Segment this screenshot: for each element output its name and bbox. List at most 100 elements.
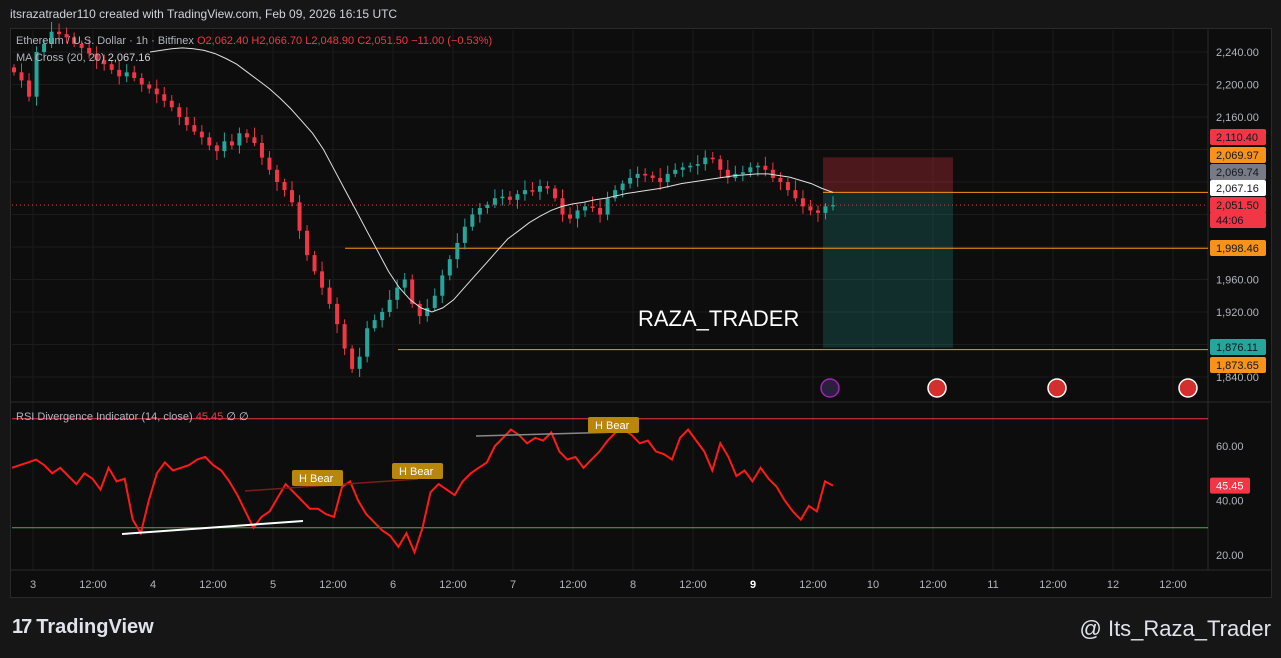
h-bear-label: H Bear [299, 473, 334, 485]
time-axis-tick: 10 [867, 579, 879, 591]
candle-body [109, 64, 114, 70]
candle-body [808, 206, 813, 211]
time-axis-tick: 12:00 [1159, 579, 1187, 591]
candle-body [748, 167, 753, 173]
time-axis-tick: 12 [1107, 579, 1119, 591]
candle-body [650, 175, 655, 178]
price-axis-label: 1,876.11 [1216, 342, 1258, 354]
price-axis-tick: 1,960.00 [1216, 275, 1259, 287]
candle-body [492, 198, 497, 205]
time-axis-tick: 12:00 [559, 579, 587, 591]
lightning-event-icon [820, 378, 840, 398]
candle-body [297, 202, 302, 231]
candle-body [763, 165, 768, 170]
candle-body [815, 210, 820, 213]
candle-body [440, 275, 445, 296]
candle-body [124, 72, 129, 77]
candle-body [192, 125, 197, 132]
price-axis-tick: 1,840.00 [1216, 372, 1259, 384]
candle-body [290, 190, 295, 203]
candle-body [673, 169, 678, 174]
candle-body [477, 208, 482, 215]
candle-body [320, 271, 325, 288]
candle-body [177, 107, 182, 117]
ohlc-high: H2,066.70 [251, 35, 303, 47]
candle-body [793, 190, 798, 199]
time-axis-tick: 5 [270, 579, 276, 591]
candle-body [244, 133, 249, 138]
candle-body [222, 141, 227, 152]
candle-body [402, 279, 407, 288]
price-axis-label: 2,067.16 [1216, 183, 1259, 195]
candle-body [335, 303, 340, 325]
time-axis-tick: 12:00 [79, 579, 107, 591]
candle-body [274, 169, 279, 182]
us-flag-event-icon [1047, 378, 1067, 398]
candle-body [658, 177, 663, 182]
candle-body [605, 198, 610, 215]
candle-body [785, 182, 790, 191]
candle-body [327, 287, 332, 304]
candle-body [613, 190, 618, 199]
candle-body [282, 182, 287, 191]
time-axis-tick: 12:00 [199, 579, 227, 591]
candle-body [695, 164, 700, 166]
candle-body [740, 172, 745, 174]
candle-body [154, 88, 159, 95]
ma-legend[interactable]: MA Cross (20, 20) 2,067.16 [16, 52, 151, 64]
candle-body [507, 196, 512, 200]
take-profit-zone [823, 192, 953, 348]
candle-body [447, 259, 452, 276]
candle-body [470, 214, 475, 227]
price-axis-label: 1,998.46 [1216, 243, 1259, 255]
tradingview-logo-text: TradingView [36, 616, 154, 638]
candle-body [680, 167, 685, 170]
time-axis-tick: 12:00 [439, 579, 467, 591]
time-axis-tick: 8 [630, 579, 636, 591]
candle-body [207, 137, 212, 146]
candle-body [387, 299, 392, 312]
candle-body [665, 173, 670, 182]
candle-body [831, 205, 835, 207]
rsi-current-label: 45.45 [1216, 481, 1244, 493]
price-axis-label: 2,051.50 [1216, 200, 1259, 212]
chart-canvas[interactable]: 2,240.00 2,200.00 2,160.00 1,960.00 1,920.00… [0, 0, 1281, 600]
candle-body [545, 186, 550, 189]
ohlc-close: C2,051.50 [357, 35, 408, 47]
price-axis-label: 1,873.65 [1216, 360, 1259, 372]
candle-body [139, 78, 144, 85]
time-axis-tick: 11 [987, 579, 998, 591]
rsi-axis-tick: 60.00 [1216, 441, 1244, 453]
candle-body [214, 145, 219, 152]
candle-body [643, 173, 648, 176]
candle-body [800, 198, 805, 207]
ohlc-low: L2,048.90 [305, 35, 355, 47]
candle-body [357, 356, 362, 369]
rsi-legend[interactable]: RSI Divergence Indicator (14, close) 45.… [16, 410, 249, 423]
tradingview-logo[interactable]: 17 TradingView [12, 616, 154, 639]
candle-body [598, 208, 603, 215]
price-axis-tick: 2,160.00 [1216, 112, 1259, 124]
footer: 17 TradingView @ Its_Raza_Trader [0, 600, 1281, 658]
candle-body [537, 186, 542, 192]
candle-body [530, 190, 535, 192]
candle-body [132, 72, 137, 78]
watermark-text: RAZA_TRADER [638, 306, 800, 331]
candle-body [583, 206, 588, 211]
price-axis-label: 44:06 [1216, 215, 1244, 227]
us-flag-event-icon [1178, 378, 1198, 398]
price-axis-label: 2,069.97 [1216, 150, 1259, 162]
ma-cross-line [149, 47, 834, 313]
price-axis-label: 2,110.40 [1216, 132, 1258, 144]
candle-body [342, 324, 347, 349]
candle-body [635, 173, 640, 178]
symbol-legend[interactable]: Ethereum / U.S. Dollar · 1h · Bitfinex O… [16, 35, 492, 47]
candle-body [199, 131, 204, 138]
author-handle: @ Its_Raza_Trader [1079, 616, 1271, 641]
candle-body [755, 165, 760, 168]
candle-body [718, 159, 723, 170]
price-axis-label: 2,069.74 [1216, 167, 1259, 179]
candle-body [462, 226, 467, 243]
candle-body [27, 80, 32, 97]
time-axis-tick: 3 [30, 579, 36, 591]
